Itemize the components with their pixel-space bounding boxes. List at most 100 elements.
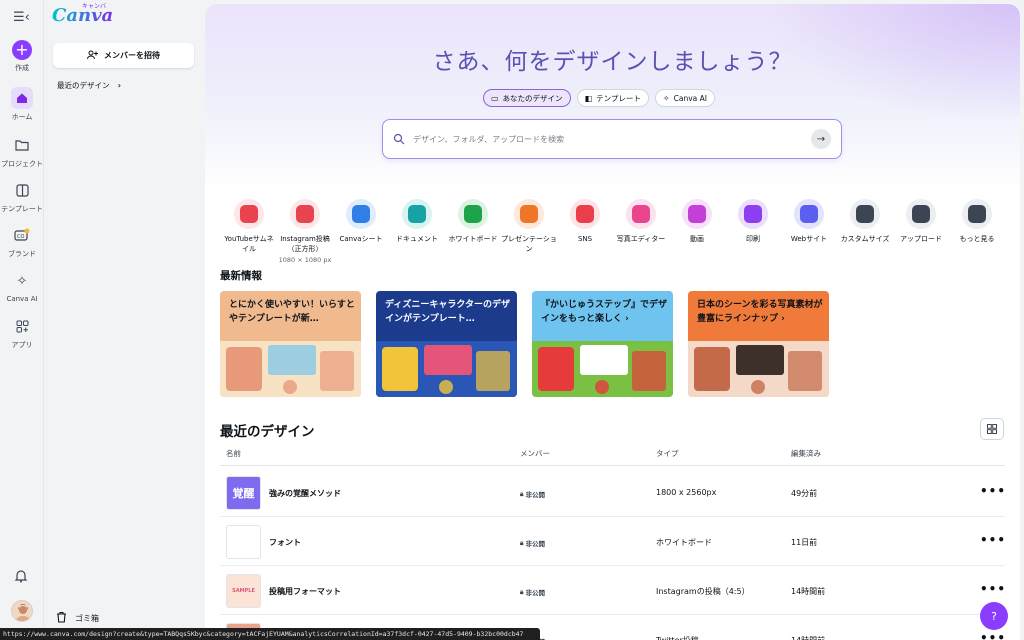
grid-view-toggle[interactable] <box>980 418 1004 440</box>
shortcut-heart[interactable]: SNS <box>557 199 613 264</box>
table-row[interactable]: SAMPLE 投稿用フォーマット 🔒︎ 非公開 Instagramの投稿（4:5） 14時… <box>220 566 1005 615</box>
recent-designs-label: 最近のデザイン <box>57 81 110 90</box>
news-card-image <box>688 341 829 397</box>
pill-your-designs[interactable]: ▭ あなたのデザイン <box>483 89 571 107</box>
design-name: 強みの覚醒メソッド <box>269 489 341 498</box>
shortcut-website[interactable]: Webサイト <box>781 199 837 264</box>
recent-designs-link[interactable]: 最近のデザイン › <box>57 80 121 91</box>
shortcut-sheet[interactable]: Canvaシート <box>333 199 389 264</box>
news-card[interactable]: 日本のシーンを彩る写真素材が豊富にラインナップ › <box>688 291 829 397</box>
shortcut-label: Instagram投稿（正方形） <box>280 235 330 254</box>
search-placeholder: デザイン、フォルダ、アップロードを検索 <box>413 134 565 144</box>
shortcut-document[interactable]: ドキュメント <box>389 199 445 264</box>
add-user-icon <box>87 50 98 62</box>
design-type-shortcuts: YouTubeサムネイル Instagram投稿（正方形） 1080 × 1080 … <box>221 199 1011 264</box>
link-status-bar: https://www.canva.com/design?create&type… <box>0 628 540 640</box>
left-rail: ☰‹ + 作成 ホーム プロジェクト テンプレート CO ブランド ✧ Canv… <box>0 0 44 640</box>
help-button[interactable]: ? <box>980 602 1008 630</box>
rail-create-button[interactable]: + 作成 <box>0 40 44 73</box>
shortcut-label: 印刷 <box>746 235 760 243</box>
search-scope-pills: ▭ あなたのデザイン ◧ テンプレート ✧ Canva AI <box>483 89 715 107</box>
plus-icon: + <box>12 40 32 60</box>
shortcut-more[interactable]: もっと見る <box>949 199 1005 264</box>
shortcut-presentation[interactable]: プレゼンテーション <box>501 199 557 264</box>
shortcut-circle <box>682 199 712 229</box>
member-visibility: 🔒︎非公開 <box>520 489 545 500</box>
shortcut-instagram[interactable]: Instagram投稿（正方形） 1080 × 1080 px <box>277 199 333 264</box>
more-options-icon[interactable]: ••• <box>980 582 1006 596</box>
shortcut-circle <box>458 199 488 229</box>
search-input[interactable]: デザイン、フォルダ、アップロードを検索 → <box>382 119 842 159</box>
news-heading: 最新情報 <box>220 270 262 282</box>
trash-button[interactable]: ゴミ箱 <box>56 611 99 625</box>
shortcut-whiteboard[interactable]: ホワイトボード <box>445 199 501 264</box>
thumbnail-text: 覚醒 <box>232 487 255 500</box>
column-name[interactable]: 名前 <box>226 448 241 459</box>
column-edited[interactable]: 編集済み <box>791 448 821 459</box>
news-card[interactable]: とにかく使いやすい！いらすとやテンプレートが新… <box>220 291 361 397</box>
website-icon <box>800 205 818 223</box>
svg-text:CO: CO <box>17 234 24 240</box>
design-type: Instagramの投稿（4:5） <box>656 587 750 596</box>
more-options-icon[interactable]: ••• <box>980 631 1006 640</box>
rail-templates-button[interactable]: テンプレート <box>0 179 44 214</box>
instagram-icon <box>296 205 314 223</box>
shortcut-circle <box>906 199 936 229</box>
lock-icon: 🔒︎ <box>520 489 524 498</box>
upload-icon <box>912 205 930 223</box>
search-submit-arrow-icon[interactable]: → <box>811 129 831 149</box>
shortcut-circle <box>290 199 320 229</box>
sidebar-toggle-icon[interactable]: ☰‹ <box>13 10 30 25</box>
shortcut-circle <box>514 199 544 229</box>
rail-projects-button[interactable]: プロジェクト <box>0 134 44 169</box>
rail-apps-button[interactable]: アプリ <box>0 315 44 350</box>
trash-icon <box>56 611 67 625</box>
visibility-label: 非公開 <box>525 589 545 597</box>
shortcut-youtube[interactable]: YouTubeサムネイル <box>221 199 277 264</box>
column-member[interactable]: メンバー <box>520 448 550 459</box>
edited-time: 14時間前 <box>791 635 825 640</box>
more-options-icon[interactable]: ••• <box>980 533 1006 547</box>
edited-time: 14時間前 <box>791 587 826 596</box>
page-title: さあ、何をデザインしましょう？ <box>432 49 793 75</box>
lock-icon: 🔒︎ <box>520 587 524 596</box>
rail-home-button[interactable]: ホーム <box>0 87 44 122</box>
video-icon <box>688 205 706 223</box>
rail-canva-ai-button[interactable]: ✧ Canva AI <box>0 270 44 304</box>
search-sparkle-icon <box>393 130 405 149</box>
shortcut-print[interactable]: 印刷 <box>725 199 781 264</box>
pill-canva-ai[interactable]: ✧ Canva AI <box>654 89 715 107</box>
table-header: 名前 メンバー タイプ 編集済み <box>220 448 1005 466</box>
user-avatar[interactable] <box>11 600 33 622</box>
news-card[interactable]: 『かいじゅうステップ』でデザインをもっと楽しく › <box>532 291 673 397</box>
grid-icon <box>987 424 997 434</box>
more-icon <box>968 205 986 223</box>
news-card-text: 『かいじゅうステップ』でデザインをもっと楽しく › <box>541 300 668 324</box>
notification-bell-icon[interactable] <box>14 568 28 587</box>
template-icon <box>11 179 33 201</box>
table-row[interactable]: フォント 🔒︎ 非公開 ホワイトボード 11日前 ••• <box>220 517 1005 566</box>
news-card-text: ディズニーキャラクターのデザインがテンプレート… <box>385 300 511 324</box>
shortcut-label: Canvaシート <box>339 235 383 243</box>
pill-label: Canva AI <box>673 93 707 103</box>
shortcut-camera[interactable]: 写真エディター <box>613 199 669 264</box>
invite-members-button[interactable]: メンバーを招待 <box>53 43 194 68</box>
more-options-icon[interactable]: ••• <box>980 484 1006 498</box>
rail-canva-ai-label: Canva AI <box>6 295 38 303</box>
pill-templates[interactable]: ◧ テンプレート <box>576 89 649 107</box>
folder-icon: ▭ <box>491 93 499 103</box>
news-card-text: 日本のシーンを彩る写真素材が豊富にラインナップ › <box>697 300 823 324</box>
shortcut-custom-size[interactable]: カスタムサイズ <box>837 199 893 264</box>
shortcut-video[interactable]: 動画 <box>669 199 725 264</box>
pill-label: あなたのデザイン <box>502 93 563 103</box>
shortcut-upload[interactable]: アップロード <box>893 199 949 264</box>
canva-logo[interactable]: Canva キャンバ <box>52 3 113 26</box>
design-thumbnail: SAMPLE <box>226 574 261 608</box>
rail-brand-button[interactable]: CO ブランド <box>0 224 44 259</box>
rail-apps-label: アプリ <box>11 341 33 349</box>
column-type[interactable]: タイプ <box>656 448 679 459</box>
trash-label: ゴミ箱 <box>75 613 99 623</box>
design-name: 投稿用フォーマット <box>269 587 341 596</box>
news-card[interactable]: ディズニーキャラクターのデザインがテンプレート… <box>376 291 517 397</box>
table-row[interactable]: 覚醒 強みの覚醒メソッド 🔒︎ 非公開 1800 x 2560px 49分前 ••• <box>220 468 1005 517</box>
